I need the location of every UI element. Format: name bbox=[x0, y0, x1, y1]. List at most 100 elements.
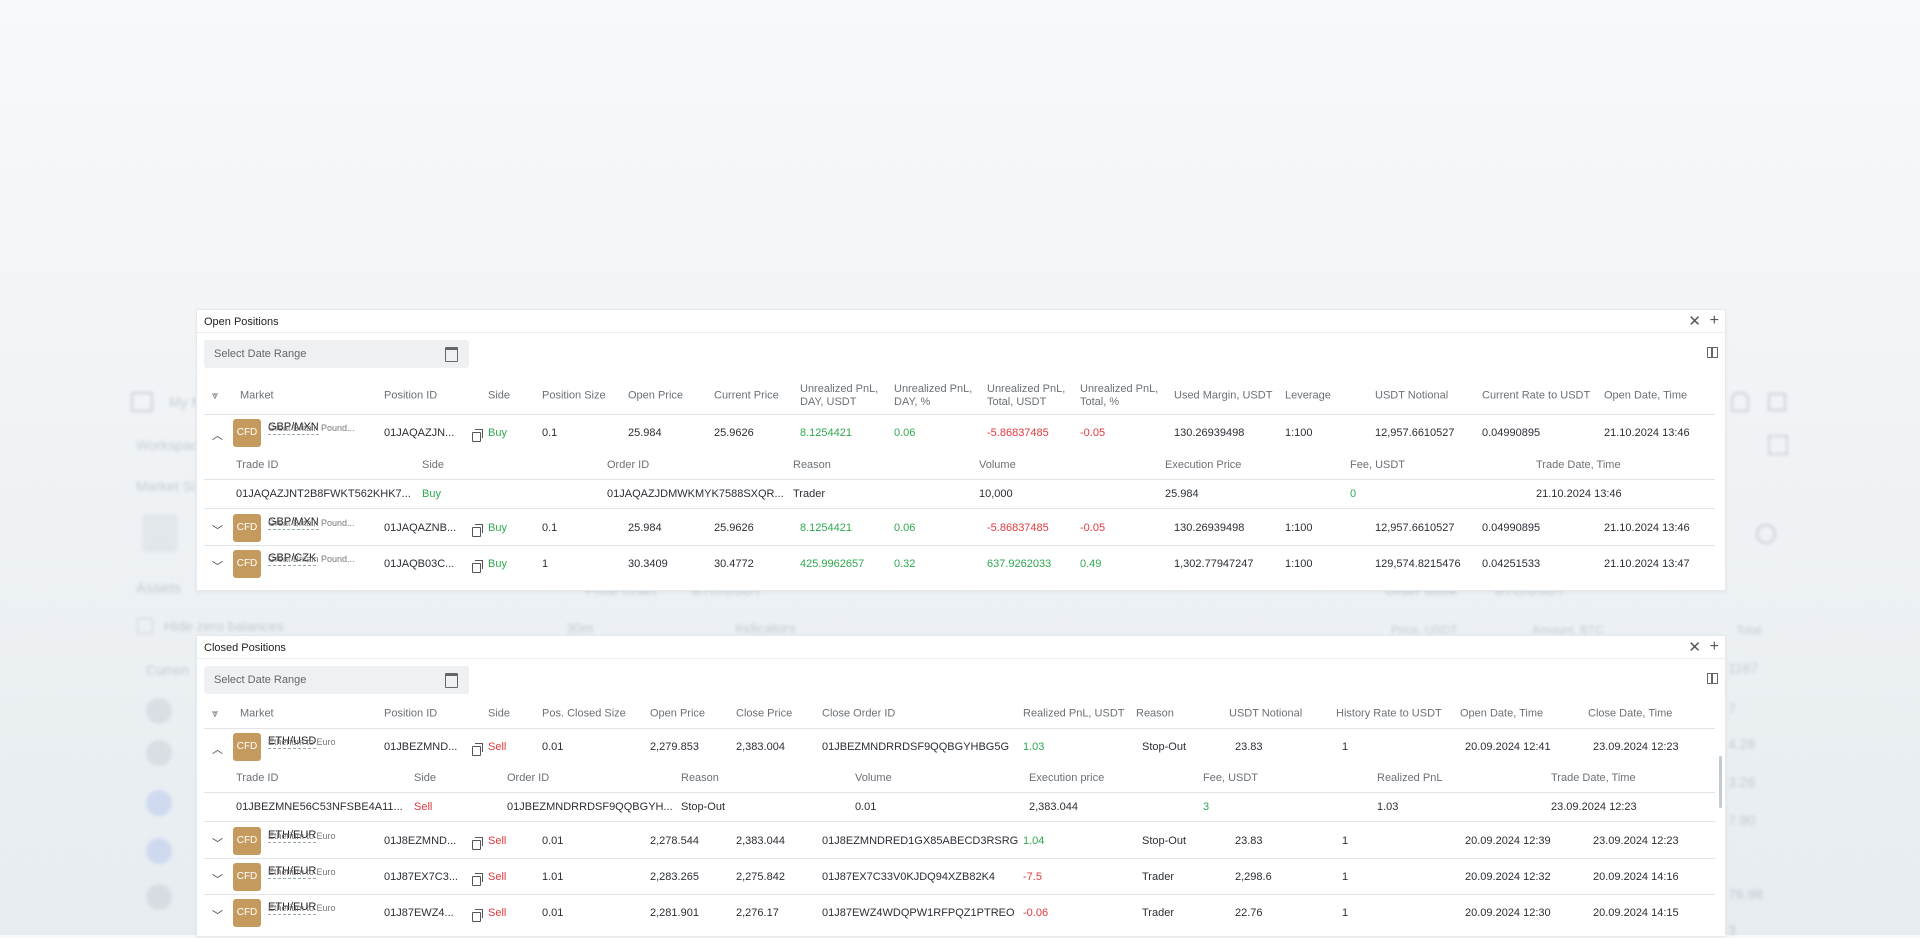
cfd-badge: CFD bbox=[233, 514, 261, 542]
col-history-rate[interactable]: History Rate to USDT bbox=[1336, 708, 1442, 721]
chevron-down-icon[interactable]: ﹀ bbox=[212, 522, 223, 538]
col-upnl-day-pct[interactable]: Unrealized PnL, DAY, % bbox=[894, 383, 978, 409]
cfd-badge: CFD bbox=[233, 827, 261, 855]
col-realized-pnl[interactable]: Realized PnL, USDT bbox=[1023, 708, 1125, 721]
collapse-all-icon[interactable]: ⩔ bbox=[212, 390, 218, 403]
reason: Trader bbox=[1142, 907, 1174, 919]
table-row[interactable]: ﹀ CFD GBP/MXN Great Britain Pound... 01J… bbox=[204, 511, 1715, 546]
col-open-price[interactable]: Open Price bbox=[628, 390, 683, 403]
add-icon[interactable]: + bbox=[1710, 638, 1719, 656]
table-row[interactable]: ﹀ CFD GBP/CZK Great Britain Pound... 01J… bbox=[204, 547, 1715, 581]
close-date: 20.09.2024 14:15 bbox=[1593, 907, 1679, 919]
col-current-price[interactable]: Current Price bbox=[714, 390, 779, 403]
open-price: 2,281.901 bbox=[650, 907, 699, 919]
copy-icon[interactable] bbox=[472, 560, 483, 573]
current-price: 25.9626 bbox=[714, 427, 754, 439]
info-icon bbox=[1756, 524, 1776, 544]
notional: 23.83 bbox=[1235, 835, 1263, 847]
chevron-down-icon[interactable]: ﹀ bbox=[212, 835, 223, 851]
trade-col: Order ID bbox=[507, 772, 550, 784]
trade-col: Volume bbox=[979, 459, 1016, 471]
bg-number: 4.28 bbox=[1728, 736, 1756, 752]
trade-col: Execution price bbox=[1029, 772, 1105, 784]
copy-icon[interactable] bbox=[472, 837, 483, 850]
col-open-price[interactable]: Open Price bbox=[650, 708, 705, 721]
date-range-picker[interactable]: Select Date Range bbox=[204, 340, 469, 368]
chevron-down-icon[interactable]: ﹀ bbox=[212, 871, 223, 887]
leverage: 1:100 bbox=[1285, 522, 1313, 534]
col-notional[interactable]: USDT Notional bbox=[1375, 390, 1448, 403]
col-used-margin[interactable]: Used Margin, USDT bbox=[1174, 390, 1272, 403]
close-order-id: 01J87EX7C33V0KJDQ94XZB82K4 bbox=[822, 871, 996, 883]
open-positions-panel: Open Positions ✕ + Select Date Range ⩔ M… bbox=[196, 309, 1726, 591]
copy-icon[interactable] bbox=[472, 909, 483, 922]
columns-icon[interactable] bbox=[1707, 673, 1718, 684]
chevron-up-icon[interactable]: ︿ bbox=[212, 741, 223, 757]
bg-text: Hide zero balances bbox=[164, 618, 284, 634]
calendar-icon bbox=[445, 673, 458, 688]
col-open-date[interactable]: Open Date, Time bbox=[1460, 708, 1543, 721]
collapse-all-icon[interactable]: ⩔ bbox=[212, 708, 218, 721]
market-name: Etherium to Euro bbox=[268, 867, 336, 877]
col-size[interactable]: Position Size bbox=[542, 390, 606, 403]
col-close-order-id[interactable]: Close Order ID bbox=[822, 708, 895, 721]
col-position-id[interactable]: Position ID bbox=[384, 708, 437, 721]
close-date: 20.09.2024 14:16 bbox=[1593, 871, 1679, 883]
col-upnl-total[interactable]: Unrealized PnL, Total, USDT bbox=[987, 383, 1071, 409]
bell-icon bbox=[1731, 392, 1749, 412]
close-price: 2,383.044 bbox=[736, 835, 785, 847]
open-price: 30.3409 bbox=[628, 558, 668, 570]
col-closed-size[interactable]: Pos. Closed Size bbox=[542, 708, 626, 721]
trade-col: Order ID bbox=[607, 459, 650, 471]
add-icon[interactable]: + bbox=[1710, 312, 1719, 330]
copy-icon[interactable] bbox=[472, 429, 483, 442]
col-market[interactable]: Market bbox=[240, 708, 274, 721]
chevron-down-icon[interactable]: ﹀ bbox=[212, 907, 223, 923]
bg-text: Total bbox=[1736, 623, 1762, 637]
trade-volume: 10,000 bbox=[979, 488, 1013, 500]
trade-col: Reason bbox=[793, 459, 831, 471]
position-id: 01JAQAZNB... bbox=[384, 522, 457, 534]
close-icon[interactable]: ✕ bbox=[1688, 638, 1701, 656]
realized-pnl: -7.5 bbox=[1023, 871, 1042, 883]
upnl-total: 637.9262033 bbox=[987, 558, 1052, 570]
table-row[interactable]: ︿ CFD GBP/MXN Great Britain Pound... 01J… bbox=[204, 416, 1715, 450]
col-upnl-total-pct[interactable]: Unrealized PnL, Total, % bbox=[1080, 383, 1164, 409]
closed-positions-panel: Closed Positions ✕ + Select Date Range ⩔… bbox=[196, 635, 1726, 937]
scrollbar[interactable] bbox=[1719, 756, 1722, 808]
leverage: 1:100 bbox=[1285, 558, 1313, 570]
table-row[interactable]: ﹀ CFD ETH/EUR Etherium to Euro 01J8EZMND… bbox=[204, 824, 1715, 859]
logout-icon bbox=[1768, 393, 1786, 411]
col-side[interactable]: Side bbox=[488, 708, 510, 721]
cfd-badge: CFD bbox=[233, 863, 261, 891]
table-row[interactable]: ︿ CFD ETH/USD Etherium to Euro 01JBEZMND… bbox=[204, 730, 1715, 764]
trade-col: Fee, USDT bbox=[1350, 459, 1406, 471]
position-id: 01JAQB03C... bbox=[384, 558, 455, 570]
chevron-up-icon[interactable]: ︿ bbox=[212, 427, 223, 443]
bg-block bbox=[142, 514, 178, 552]
col-reason[interactable]: Reason bbox=[1136, 708, 1174, 721]
col-side[interactable]: Side bbox=[488, 390, 510, 403]
upnl-day: 8.1254421 bbox=[800, 427, 852, 439]
col-open-date[interactable]: Open Date, Time bbox=[1604, 390, 1687, 403]
col-close-date[interactable]: Close Date, Time bbox=[1588, 708, 1672, 721]
copy-icon[interactable] bbox=[472, 743, 483, 756]
trade-reason: Stop-Out bbox=[681, 801, 726, 813]
col-leverage[interactable]: Leverage bbox=[1285, 390, 1331, 403]
close-icon[interactable]: ✕ bbox=[1688, 312, 1701, 330]
columns-icon[interactable] bbox=[1707, 347, 1718, 358]
col-close-price[interactable]: Close Price bbox=[736, 708, 792, 721]
side: Buy bbox=[488, 558, 507, 570]
col-market[interactable]: Market bbox=[240, 390, 274, 403]
table-row[interactable]: ﹀ CFD ETH/EUR Etherium to Euro 01J87EX7C… bbox=[204, 860, 1715, 895]
col-upnl-day[interactable]: Unrealized PnL, DAY, USDT bbox=[800, 383, 884, 409]
date-range-picker[interactable]: Select Date Range bbox=[204, 666, 469, 694]
copy-icon[interactable] bbox=[472, 873, 483, 886]
copy-icon[interactable] bbox=[472, 524, 483, 537]
col-notional[interactable]: USDT Notional bbox=[1229, 708, 1302, 721]
chevron-down-icon[interactable]: ﹀ bbox=[212, 558, 223, 574]
upnl-day: 425.9962657 bbox=[800, 558, 865, 570]
table-row[interactable]: ﹀ CFD ETH/EUR Etherium to Euro 01J87EWZ4… bbox=[204, 896, 1715, 930]
col-rate[interactable]: Current Rate to USDT bbox=[1482, 390, 1590, 403]
col-position-id[interactable]: Position ID bbox=[384, 390, 437, 403]
